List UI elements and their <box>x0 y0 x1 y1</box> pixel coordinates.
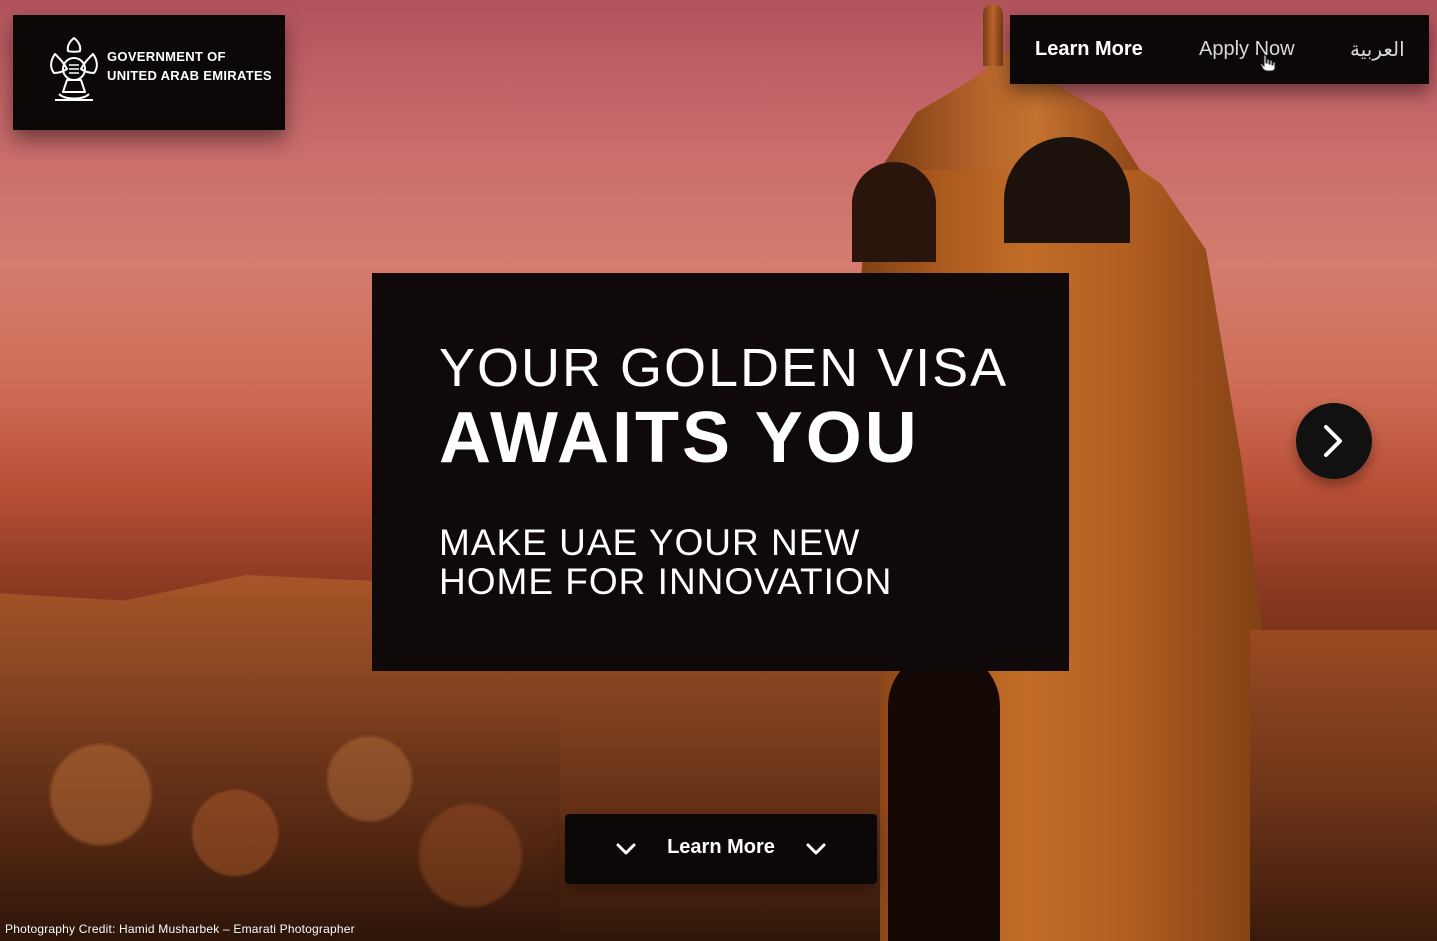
nav-arabic-language-link[interactable]: العربية <box>1350 33 1405 65</box>
nav-apply-now-link[interactable]: Apply Now <box>1199 33 1295 65</box>
right-ruins <box>1250 630 1437 941</box>
logo-line-1: GOVERNMENT OF <box>107 49 226 64</box>
next-slide-button[interactable] <box>1296 403 1372 479</box>
hero-subtitle-line-1: MAKE UAE YOUR NEW <box>439 522 861 563</box>
top-navigation: Learn More Apply Now العربية <box>1010 15 1429 84</box>
hero-subtitle-line-2: HOME FOR INNOVATION <box>439 561 893 602</box>
chevron-right-icon <box>1324 425 1342 457</box>
nav-learn-more-link[interactable]: Learn More <box>1035 33 1143 65</box>
tower-doorway <box>888 650 1000 941</box>
foreground-rocks <box>0 716 560 941</box>
hero-page: GOVERNMENT OF UNITED ARAB EMIRATES Learn… <box>0 0 1437 941</box>
learn-more-button[interactable]: Learn More <box>565 814 877 884</box>
hero-title-line-1: YOUR GOLDEN VISA <box>439 338 1009 398</box>
learn-more-label: Learn More <box>667 836 775 858</box>
tower-window-left <box>852 162 936 262</box>
chevron-down-icon <box>616 843 636 855</box>
hero-title-line-2: AWAITS YOU <box>439 398 920 478</box>
chevron-down-icon <box>806 843 826 855</box>
logo-line-2: UNITED ARAB EMIRATES <box>107 68 272 83</box>
uae-emblem-icon <box>43 34 105 110</box>
photo-credit: Photography Credit: Hamid Musharbek – Em… <box>5 922 355 936</box>
government-logo-text: GOVERNMENT OF UNITED ARAB EMIRATES <box>107 47 272 85</box>
hero-card: YOUR GOLDEN VISA AWAITS YOU MAKE UAE YOU… <box>372 273 1069 671</box>
government-logo[interactable]: GOVERNMENT OF UNITED ARAB EMIRATES <box>13 15 285 130</box>
hand-cursor-icon <box>1260 54 1276 72</box>
tower-spire <box>983 4 1003 66</box>
